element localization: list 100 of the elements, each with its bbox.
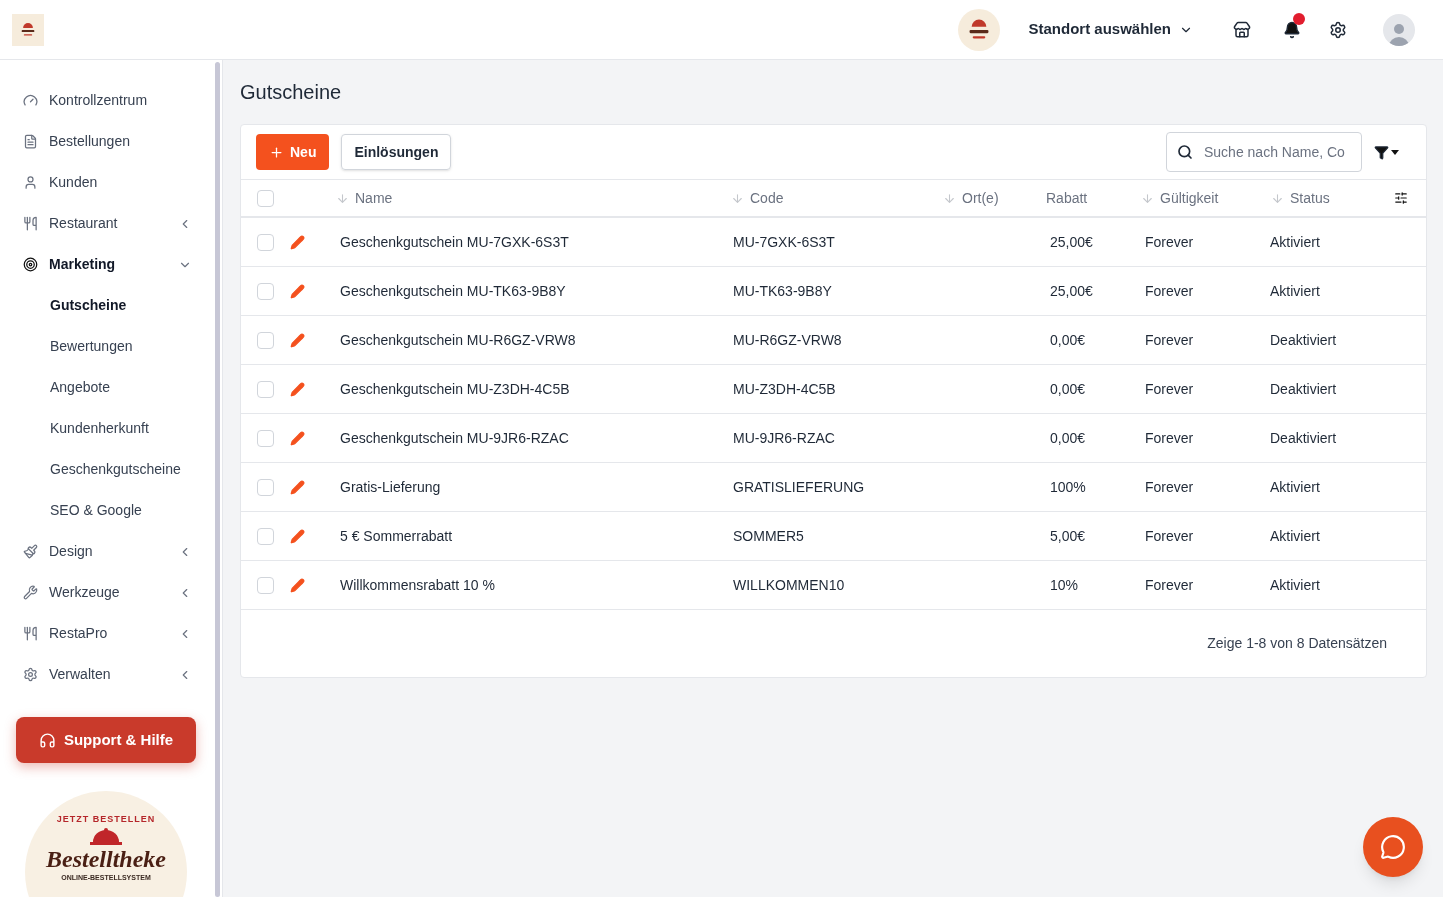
scrollbar[interactable] — [215, 62, 220, 897]
edit-pencil-icon[interactable] — [290, 283, 305, 299]
sidebar-item[interactable]: Kontrollzentrum — [0, 80, 222, 121]
table-cell-text: 0,00€ — [1049, 379, 1087, 399]
table-cell-text: Geschenkgutschein MU-9JR6-RZAC — [339, 428, 570, 448]
sidebar-item[interactable]: RestaPro — [0, 613, 222, 654]
edit-pencil-icon[interactable] — [290, 577, 305, 593]
table-cell-text: Aktiviert — [1269, 477, 1321, 497]
row-checkbox[interactable] — [257, 527, 274, 545]
table-cell-text: 5,00€ — [1049, 526, 1087, 546]
sidebar-subitem[interactable]: Geschenkgutscheine — [0, 449, 222, 490]
table-cell-text: 25,00€ — [1049, 232, 1094, 252]
table-cell-text: Geschenkgutschein MU-R6GZ-VRW8 — [339, 330, 577, 350]
table-cell-text: 0,00€ — [1049, 330, 1087, 350]
sidebar-subitem[interactable]: Angebote — [0, 367, 222, 408]
notification-bell-icon[interactable] — [1283, 20, 1301, 39]
table-cell-text: Aktiviert — [1269, 281, 1321, 301]
table-cell-text: Forever — [1144, 526, 1195, 546]
table-cell-text: 25,00€ — [1049, 281, 1094, 301]
brush-icon — [23, 544, 38, 559]
table-cell-text: Geschenkgutschein MU-TK63-9B8Y — [339, 281, 567, 301]
store-icon[interactable] — [1233, 20, 1251, 39]
redemptions-button[interactable]: Einlösungen — [341, 134, 452, 170]
table-cell-text: Forever — [1144, 379, 1195, 399]
plus-icon — [269, 144, 284, 160]
select-all-checkbox[interactable] — [257, 189, 274, 207]
table-cell-text: Deaktiviert — [1269, 379, 1338, 399]
chat-button[interactable] — [1363, 817, 1423, 877]
sidebar-item[interactable]: Verwalten — [0, 654, 222, 695]
edit-pencil-icon[interactable] — [290, 234, 305, 250]
row-checkbox[interactable] — [257, 576, 274, 594]
column-header[interactable]: Gültigkeit — [1135, 187, 1265, 209]
support-button[interactable]: Support & Hilfe — [16, 717, 196, 763]
target-icon — [23, 257, 38, 272]
gear-icon — [23, 667, 38, 682]
table-cell-text: Forever — [1144, 330, 1195, 350]
table-cell-text: MU-9JR6-RZAC — [732, 428, 836, 448]
edit-pencil-icon[interactable] — [290, 381, 305, 397]
edit-pencil-icon[interactable] — [290, 430, 305, 446]
pagination-info: Zeige 1-8 von 8 Datensätzen — [1207, 634, 1387, 653]
row-checkbox[interactable] — [257, 478, 274, 496]
column-header[interactable]: Ort(e) — [937, 187, 1040, 209]
column-settings-icon[interactable] — [1394, 191, 1408, 205]
column-header[interactable]: Status — [1265, 187, 1376, 209]
table-cell-text: MU-R6GZ-VRW8 — [732, 330, 843, 350]
avatar-icon[interactable] — [1383, 13, 1415, 46]
column-header: Rabatt — [1045, 188, 1089, 208]
table-cell-text: 100% — [1049, 477, 1087, 497]
table-cell-text: Deaktiviert — [1269, 330, 1338, 350]
sidebar-item[interactable]: Kunden — [0, 162, 222, 203]
table-cell-text: MU-TK63-9B8Y — [732, 281, 833, 301]
sidebar-item[interactable]: Bestellungen — [0, 121, 222, 162]
search-icon — [1177, 144, 1193, 160]
page-title: Gutscheine — [240, 80, 343, 104]
row-checkbox[interactable] — [257, 282, 274, 300]
wrench-icon — [23, 585, 38, 600]
table-cell-text: Willkommensrabatt 10 % — [339, 575, 496, 595]
search-field[interactable]: Suche nach Name, Co — [1166, 132, 1362, 172]
sidebar-subitem[interactable]: Gutscheine — [0, 285, 222, 326]
caret-icon[interactable] — [1391, 149, 1399, 155]
column-header[interactable]: Name — [330, 187, 725, 209]
user-icon — [23, 175, 38, 190]
settings-icon[interactable] — [1329, 20, 1347, 39]
sidebar-item[interactable]: Werkzeuge — [0, 572, 222, 613]
table-cell-text: Forever — [1144, 232, 1195, 252]
table-cell-text: Forever — [1144, 477, 1195, 497]
row-checkbox[interactable] — [257, 380, 274, 398]
cloche-icon — [90, 826, 122, 845]
utensils-icon — [23, 216, 38, 231]
gauge-icon — [23, 93, 38, 108]
sidebar-subitem[interactable]: Bewertungen — [0, 326, 222, 367]
table-cell-text: Aktiviert — [1269, 526, 1321, 546]
table-cell-text: Geschenkgutschein MU-Z3DH-4C5B — [339, 379, 571, 399]
column-header[interactable]: Code — [725, 187, 937, 209]
row-checkbox[interactable] — [257, 429, 274, 447]
edit-pencil-icon[interactable] — [290, 479, 305, 495]
table-cell-text: 0,00€ — [1049, 428, 1087, 448]
table-cell-text: Gratis-Lieferung — [339, 477, 442, 497]
edit-pencil-icon[interactable] — [290, 528, 305, 544]
row-checkbox[interactable] — [257, 233, 274, 251]
table-cell-text: MU-7GXK-6S3T — [732, 232, 836, 252]
sidebar-item[interactable]: Marketing — [0, 244, 222, 285]
sidebar-subitem[interactable]: SEO & Google — [0, 490, 222, 531]
logo-name: Bestelltheke — [46, 844, 166, 873]
table-cell-text: MU-Z3DH-4C5B — [732, 379, 837, 399]
location-select[interactable]: Standort auswählen — [1028, 18, 1193, 41]
sidebar-item[interactable]: Design — [0, 531, 222, 572]
table-cell-text: Aktiviert — [1269, 575, 1321, 595]
edit-pencil-icon[interactable] — [290, 332, 305, 348]
logo-icon — [958, 8, 1001, 51]
table-cell-text: Forever — [1144, 428, 1195, 448]
table-cell-text: 5 € Sommerrabatt — [339, 526, 454, 546]
table-cell-text: WILLKOMMEN10 — [732, 575, 846, 595]
table-cell-text: Geschenkgutschein MU-7GXK-6S3T — [339, 232, 570, 252]
table-cell-text: GRATISLIEFERUNG — [732, 477, 866, 497]
filter-icon[interactable] — [1374, 144, 1389, 160]
row-checkbox[interactable] — [257, 331, 274, 349]
sidebar-subitem[interactable]: Kundenherkunft — [0, 408, 222, 449]
logo-slogan: JETZT BESTELLEN — [56, 813, 156, 826]
sidebar-item[interactable]: Restaurant — [0, 203, 222, 244]
